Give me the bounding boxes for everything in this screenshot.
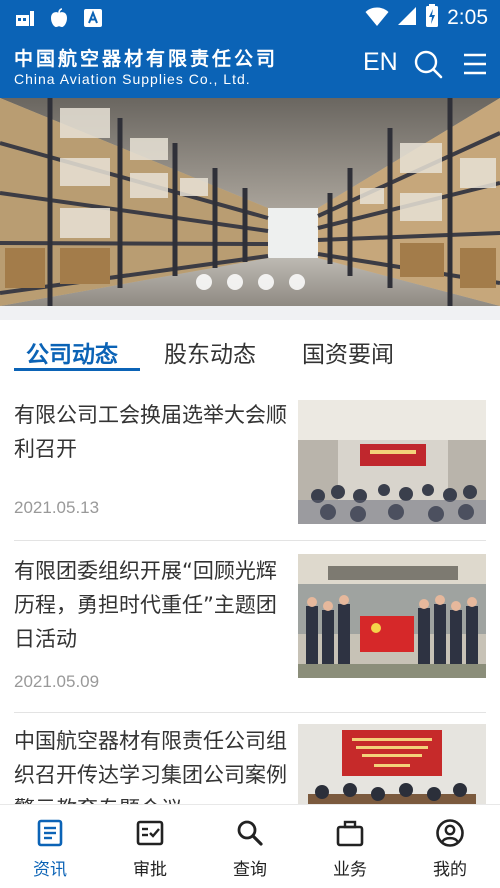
search-icon xyxy=(235,818,265,848)
battery-charging-icon xyxy=(425,4,439,32)
status-bar: 2:05 xyxy=(0,0,500,36)
status-left-icons xyxy=(14,7,104,29)
briefcase-icon xyxy=(335,818,365,848)
signal-icon xyxy=(397,6,417,30)
tab-sasac-news[interactable]: 国资要闻 xyxy=(302,335,394,369)
search-icon[interactable] xyxy=(413,49,443,79)
carousel-dot[interactable] xyxy=(196,274,212,290)
nav-item-approval[interactable]: 审批 xyxy=(100,805,200,888)
account-icon xyxy=(435,818,465,848)
section-separator xyxy=(0,306,500,320)
news-date: 2021.05.13 xyxy=(14,498,100,517)
divider xyxy=(14,540,486,541)
news-title: 有限公司工会换届选举大会顺利召开 xyxy=(14,403,287,461)
bottom-navigation: 资讯 审批 查询 业务 我的 xyxy=(0,804,500,888)
notification-app-icon xyxy=(14,7,36,29)
status-right-icons: 2:05 xyxy=(365,4,488,32)
language-switch-button[interactable]: EN xyxy=(363,48,398,77)
news-item[interactable]: 中国航空器材有限责任公司组织召开传达学习集团公司案例警示教育专题会议 xyxy=(14,724,486,804)
wifi-icon xyxy=(365,5,389,31)
nav-label: 查询 xyxy=(233,860,267,880)
carousel-indicators xyxy=(196,274,305,290)
divider xyxy=(14,712,486,713)
news-date: 2021.05.09 xyxy=(14,672,100,691)
nav-item-profile[interactable]: 我的 xyxy=(400,805,500,888)
nav-item-business[interactable]: 业务 xyxy=(300,805,400,888)
carousel-dot[interactable] xyxy=(227,274,243,290)
apple-icon xyxy=(48,7,70,29)
app-header: 中国航空器材有限责任公司 China Aviation Supplies Co.… xyxy=(0,36,500,98)
news-title: 中国航空器材有限责任公司组织召开传达学习集团公司案例警示教育专题会议 xyxy=(14,729,287,804)
news-item[interactable]: 有限公司工会换届选举大会顺利召开 2021.05.13 xyxy=(14,398,486,530)
nav-item-search[interactable]: 查询 xyxy=(200,805,300,888)
status-time: 2:05 xyxy=(447,6,488,29)
news-thumbnail xyxy=(298,724,486,804)
tab-company-news[interactable]: 公司动态 xyxy=(26,335,118,369)
news-item[interactable]: 有限团委组织开展“回顾光辉历程，勇担时代重任”主题团日活动 2021.05.09 xyxy=(14,554,486,704)
nav-item-news[interactable]: 资讯 xyxy=(0,805,100,888)
app-store-icon xyxy=(82,7,104,29)
news-tabs: 公司动态 股东动态 国资要闻 xyxy=(0,320,500,380)
news-thumbnail xyxy=(298,554,486,678)
company-name-en: China Aviation Supplies Co., Ltd. xyxy=(14,71,251,87)
banner-carousel[interactable] xyxy=(0,98,500,306)
carousel-dot[interactable] xyxy=(258,274,274,290)
nav-label: 审批 xyxy=(133,860,167,880)
tab-shareholder-news[interactable]: 股东动态 xyxy=(164,335,256,369)
menu-icon[interactable] xyxy=(461,50,489,78)
nav-label: 我的 xyxy=(433,860,467,880)
news-thumbnail xyxy=(298,400,486,524)
article-icon xyxy=(35,818,65,848)
company-name-cn: 中国航空器材有限责任公司 xyxy=(14,48,279,70)
approval-icon xyxy=(135,818,165,848)
nav-label: 资讯 xyxy=(33,860,67,880)
news-title: 有限团委组织开展“回顾光辉历程，勇担时代重任”主题团日活动 xyxy=(14,559,277,651)
news-list: 有限公司工会换届选举大会顺利召开 2021.05.13 有限团委组织开展“回顾光… xyxy=(0,380,500,804)
active-tab-indicator xyxy=(14,368,140,371)
nav-label: 业务 xyxy=(333,860,367,880)
carousel-dot[interactable] xyxy=(289,274,305,290)
